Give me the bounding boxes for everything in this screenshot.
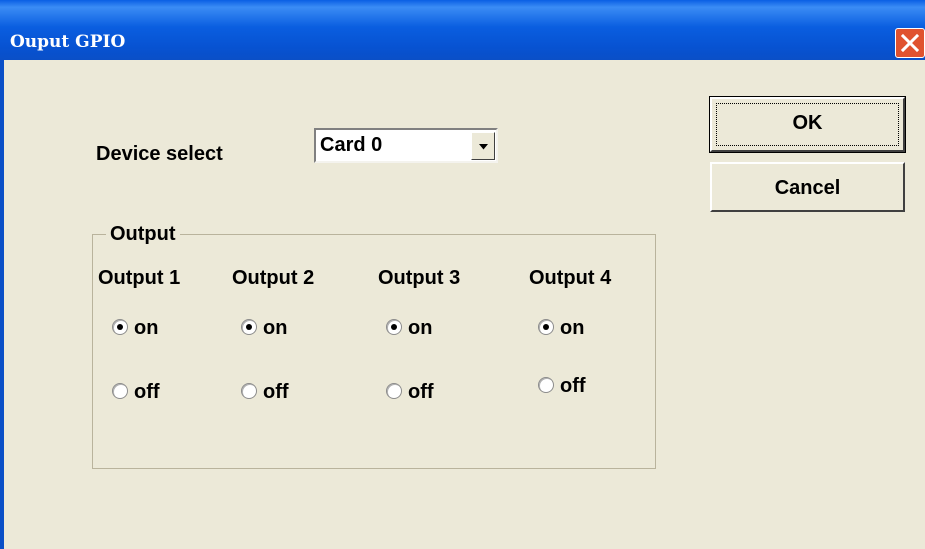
output-3-off-label[interactable]: off xyxy=(408,380,434,404)
output-3-label: Output 3 xyxy=(378,267,461,289)
output-4-on-radio[interactable] xyxy=(538,319,554,335)
output-4-label: Output 4 xyxy=(529,267,612,289)
output-4-on-label[interactable]: on xyxy=(560,316,584,340)
device-select-dropdown[interactable]: Card 0 xyxy=(314,128,498,163)
chevron-down-icon xyxy=(479,144,488,150)
window-left-border xyxy=(0,60,4,549)
cancel-button[interactable]: Cancel xyxy=(710,162,905,212)
close-icon xyxy=(901,34,919,52)
output-4-off-radio[interactable] xyxy=(538,377,554,393)
ok-button[interactable]: OK xyxy=(709,96,906,153)
device-select-label: Device select xyxy=(96,143,223,165)
ok-button-label: OK xyxy=(792,112,823,134)
output-group-title: Output xyxy=(106,222,180,246)
window-title: Ouput GPIO xyxy=(10,32,126,52)
output-1-on-radio[interactable] xyxy=(112,319,128,335)
output-2-off-label[interactable]: off xyxy=(263,380,289,404)
cancel-button-label: Cancel xyxy=(774,177,841,199)
output-1-label: Output 1 xyxy=(98,267,181,289)
output-2-on-radio[interactable] xyxy=(241,319,257,335)
output-1-off-radio[interactable] xyxy=(112,383,128,399)
dropdown-arrow-button[interactable] xyxy=(471,132,495,160)
close-button[interactable] xyxy=(895,28,925,58)
output-2-on-label[interactable]: on xyxy=(263,316,287,340)
output-3-on-label[interactable]: on xyxy=(408,316,432,340)
device-select-value: Card 0 xyxy=(320,134,383,156)
output-2-label: Output 2 xyxy=(232,267,315,289)
output-1-off-label[interactable]: off xyxy=(134,380,160,404)
output-2-off-radio[interactable] xyxy=(241,383,257,399)
output-1-on-label[interactable]: on xyxy=(134,316,158,340)
output-3-off-radio[interactable] xyxy=(386,383,402,399)
output-gpio-dialog: Ouput GPIO Device select Card 0 OK Cance… xyxy=(0,0,925,549)
output-3-on-radio[interactable] xyxy=(386,319,402,335)
title-bar[interactable]: Ouput GPIO xyxy=(0,0,925,60)
output-4-off-label[interactable]: off xyxy=(560,374,586,398)
